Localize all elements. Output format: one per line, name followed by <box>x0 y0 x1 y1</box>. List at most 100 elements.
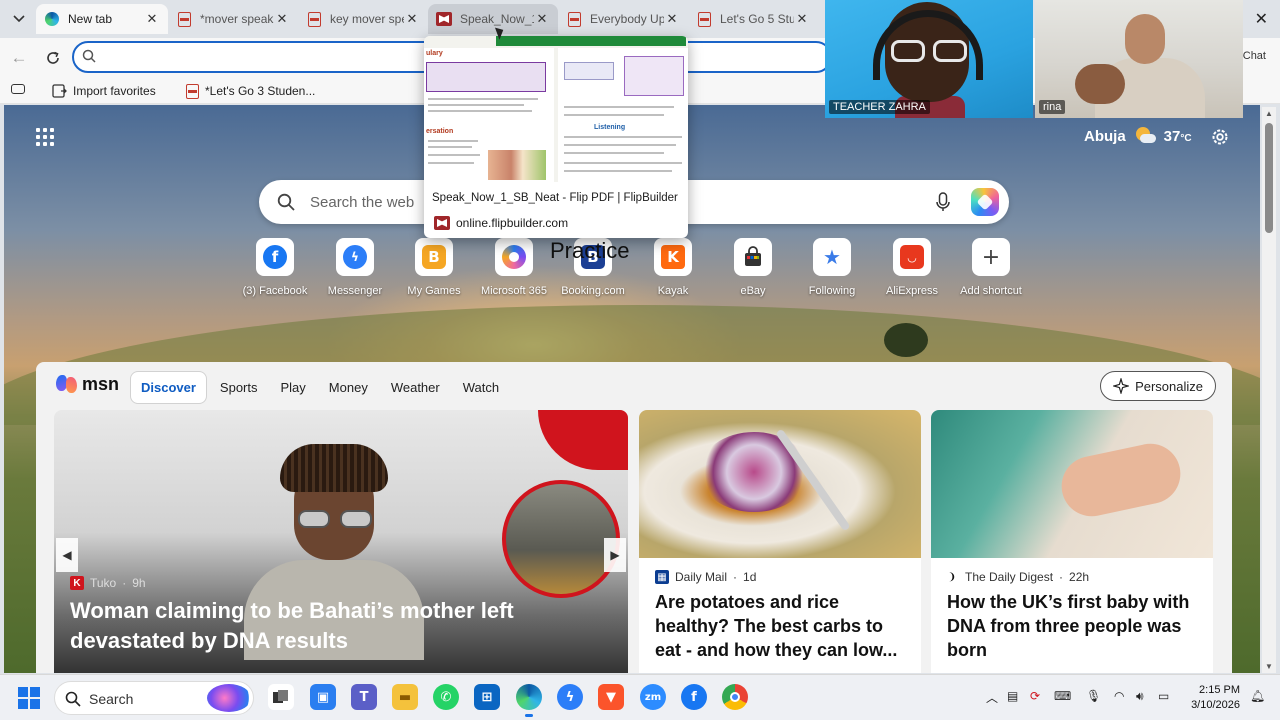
msn-tab-sports[interactable]: Sports <box>210 372 268 403</box>
widgets-icon[interactable]: ▣ <box>310 684 336 710</box>
shortcut-aliexpress[interactable]: ◡ AliExpress <box>872 238 952 297</box>
story-headline[interactable]: Woman claiming to be Bahati’s mother lef… <box>70 596 550 656</box>
tray-app-icon[interactable]: ▤ <box>1007 689 1018 703</box>
weather-temp: 37 <box>1163 127 1181 145</box>
shortcut-label: eBay <box>740 285 766 297</box>
whatsapp-icon[interactable]: ✆ <box>433 684 459 710</box>
msn-tabs: Discover Sports Play Money Weather Watch <box>130 371 512 404</box>
msn-tab-discover[interactable]: Discover <box>130 371 207 404</box>
msn-tab-watch[interactable]: Watch <box>453 372 509 403</box>
close-tab-icon[interactable]: ✕ <box>794 11 810 27</box>
microphone-icon[interactable] <box>936 192 950 212</box>
copilot-icon[interactable] <box>971 188 999 216</box>
weather-widget[interactable]: Abuja 37°C <box>1084 127 1192 145</box>
shortcut-add[interactable]: + Add shortcut <box>951 238 1031 297</box>
tray-overflow-icon[interactable]: ︿ <box>986 689 998 706</box>
keyboard-icon[interactable]: ⌨ <box>1054 689 1071 703</box>
shortcut-ebay[interactable]: eBay <box>713 238 793 297</box>
teams-icon[interactable]: T <box>351 684 377 710</box>
tab-everybody-up[interactable]: Everybody Up ✕ <box>558 4 688 34</box>
wifi-icon[interactable]: ◠ <box>1114 689 1124 703</box>
close-tab-icon[interactable]: ✕ <box>534 11 550 27</box>
shortcut-my-games[interactable]: B My Games <box>394 238 474 297</box>
search-placeholder: Search the web <box>310 194 415 211</box>
microsoft-store-icon[interactable]: ⊞ <box>474 684 500 710</box>
pdf-icon <box>696 11 712 27</box>
edge-icon[interactable] <box>516 684 542 717</box>
notification-bell-icon[interactable]: 🔔︎ <box>1250 689 1265 703</box>
pdf-icon <box>306 11 322 27</box>
zoom-icon[interactable]: zm <box>640 684 666 710</box>
msn-tab-play[interactable]: Play <box>271 372 316 403</box>
edge-icon <box>44 11 60 27</box>
refresh-icon[interactable] <box>42 47 64 69</box>
battery-icon[interactable]: ▭ <box>1158 689 1169 703</box>
messenger-icon[interactable]: ϟ <box>557 684 583 710</box>
close-tab-icon[interactable]: ✕ <box>404 11 420 27</box>
scroll-down-icon[interactable]: ▼ <box>1265 662 1273 671</box>
chat-label[interactable]: Chat <box>1243 50 1266 62</box>
tab-actions-menu[interactable] <box>8 8 30 30</box>
brave-icon[interactable]: ▼ <box>598 684 624 710</box>
shortcut-facebook[interactable]: f (3) Facebook <box>235 238 315 297</box>
source-name: Tuko <box>90 576 117 590</box>
search-icon <box>65 691 81 707</box>
tab-new-tab[interactable]: New tab ✕ <box>36 4 168 34</box>
carousel-prev-icon[interactable]: ◀ <box>56 538 78 572</box>
gear-icon[interactable] <box>1210 127 1230 147</box>
tab-title: New tab <box>68 12 113 26</box>
immersive-reader-icon[interactable] <box>11 84 25 94</box>
windows-start-icon[interactable] <box>18 687 40 709</box>
taskbar-search[interactable]: Search <box>54 681 254 715</box>
story-headline[interactable]: How the UK’s first baby with DNA from th… <box>947 590 1209 662</box>
close-tab-icon[interactable]: ✕ <box>144 11 160 27</box>
app-launcher-icon[interactable] <box>36 128 54 146</box>
tab-title: *mover speaking <box>200 12 274 26</box>
tab-title: Speak_Now_1_S <box>460 12 534 26</box>
favorite-import[interactable]: Import favorites <box>52 82 156 100</box>
scrollbar-thumb[interactable] <box>1265 123 1273 233</box>
shortcut-following[interactable]: ★ Following <box>792 238 872 297</box>
msn-tab-weather[interactable]: Weather <box>381 372 450 403</box>
shortcut-messenger[interactable]: ϟ Messenger <box>315 238 395 297</box>
window-close-icon[interactable]: ✕ <box>1255 9 1268 29</box>
shortcut-kayak[interactable]: K Kayak <box>633 238 713 297</box>
microphone-tray-icon[interactable]: 🎙︎ <box>1086 689 1101 703</box>
taskbar-clock[interactable]: 2:15 PM 3/10/2026 <box>1180 683 1240 713</box>
task-view-icon[interactable] <box>268 684 294 710</box>
close-tab-icon[interactable]: ✕ <box>274 11 290 27</box>
tab-lets-go-5[interactable]: Let's Go 5 Stud ✕ <box>688 4 818 34</box>
close-tab-icon[interactable]: ✕ <box>664 11 680 27</box>
search-icon <box>277 193 295 211</box>
favorite-lets-go-3[interactable]: *Let's Go 3 Studen... <box>186 82 315 100</box>
page-scrollbar[interactable]: ▲ ▼ <box>1262 107 1276 673</box>
tab-key-mover[interactable]: key mover spea ✕ <box>298 4 428 34</box>
story-photo-baby <box>931 410 1213 558</box>
file-explorer-icon[interactable]: ▬ <box>392 684 418 710</box>
partly-sunny-icon <box>1134 127 1156 145</box>
scroll-up-icon[interactable]: ▲ <box>1265 109 1273 118</box>
facebook-icon: f <box>263 245 287 269</box>
tab-speak-now[interactable]: Speak_Now_1_S ✕ <box>428 4 558 34</box>
participant-name: TEACHER ZAHRA <box>829 100 930 114</box>
chrome-icon[interactable] <box>722 684 748 710</box>
back-arrow-icon[interactable]: ← <box>8 47 30 69</box>
shortcut-microsoft-365[interactable]: Microsoft 365 <box>474 238 554 297</box>
tab-mover-speaking[interactable]: *mover speaking ✕ <box>168 4 298 34</box>
news-card-featured[interactable]: ◀ ▶ K Tuko · 9h Woman claiming to be Bah… <box>54 410 628 673</box>
volume-icon[interactable]: 🔊︎ <box>1136 689 1144 704</box>
story-headline[interactable]: Are potatoes and rice healthy? The best … <box>655 590 913 662</box>
pdf-icon <box>566 11 582 27</box>
tab-hover-preview[interactable]: ulary ersation Listening Speak_Now_1_SB_… <box>424 36 688 238</box>
carousel-next-icon[interactable]: ▶ <box>604 538 626 572</box>
msn-logo[interactable]: msn <box>56 374 119 395</box>
msn-tab-money[interactable]: Money <box>319 372 378 403</box>
daily-digest-logo-icon: ❩ <box>945 570 959 584</box>
daily-mail-logo-icon: ▦ <box>655 570 669 584</box>
source-name: The Daily Digest <box>965 570 1054 584</box>
news-card-daily-mail[interactable]: ▦ Daily Mail · 1d Are potatoes and rice … <box>639 410 921 673</box>
news-card-daily-digest[interactable]: ❩ The Daily Digest · 22h How the UK’s fi… <box>931 410 1213 673</box>
facebook-icon[interactable]: f <box>681 684 707 710</box>
tray-sync-icon[interactable]: ⟳ <box>1030 689 1040 703</box>
personalize-button[interactable]: Personalize <box>1100 371 1216 401</box>
